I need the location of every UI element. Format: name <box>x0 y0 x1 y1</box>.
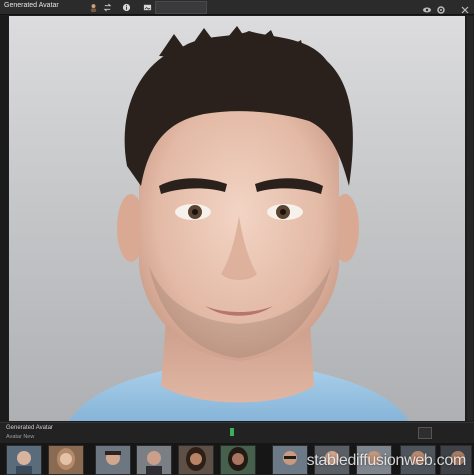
close-icon[interactable] <box>460 2 470 14</box>
thumbnail[interactable] <box>48 445 84 475</box>
view-toggle-icon[interactable] <box>422 2 432 13</box>
generated-portrait-image <box>69 26 409 421</box>
status-title: Generated Avatar <box>6 425 53 431</box>
avatar-icon[interactable] <box>88 2 98 12</box>
address-field[interactable] <box>155 1 207 14</box>
thumbnail[interactable] <box>272 445 308 475</box>
info-icon[interactable] <box>121 2 131 12</box>
top-toolbar: Generated Avatar <box>0 0 474 15</box>
status-subtitle: Avatar New <box>6 434 35 440</box>
progress-indicator <box>230 428 234 436</box>
status-bar: Generated Avatar Avatar New <box>0 422 474 443</box>
thumbnail-strip: stablediffusionweb.com <box>0 443 474 475</box>
expand-button[interactable] <box>418 427 432 439</box>
thumbnail[interactable] <box>220 445 256 475</box>
thumbnail[interactable] <box>178 445 214 475</box>
app-title: Generated Avatar <box>4 2 59 9</box>
thumbnail[interactable] <box>6 445 42 475</box>
swap-icon[interactable] <box>102 2 112 12</box>
image-icon[interactable] <box>142 2 152 12</box>
left-rail <box>0 16 8 421</box>
settings-icon[interactable] <box>436 2 446 14</box>
thumbnail[interactable] <box>136 445 172 475</box>
watermark-text: stablediffusionweb.com <box>306 452 467 469</box>
image-canvas[interactable] <box>9 16 465 421</box>
right-rail <box>467 16 473 421</box>
thumbnail[interactable] <box>95 445 131 475</box>
